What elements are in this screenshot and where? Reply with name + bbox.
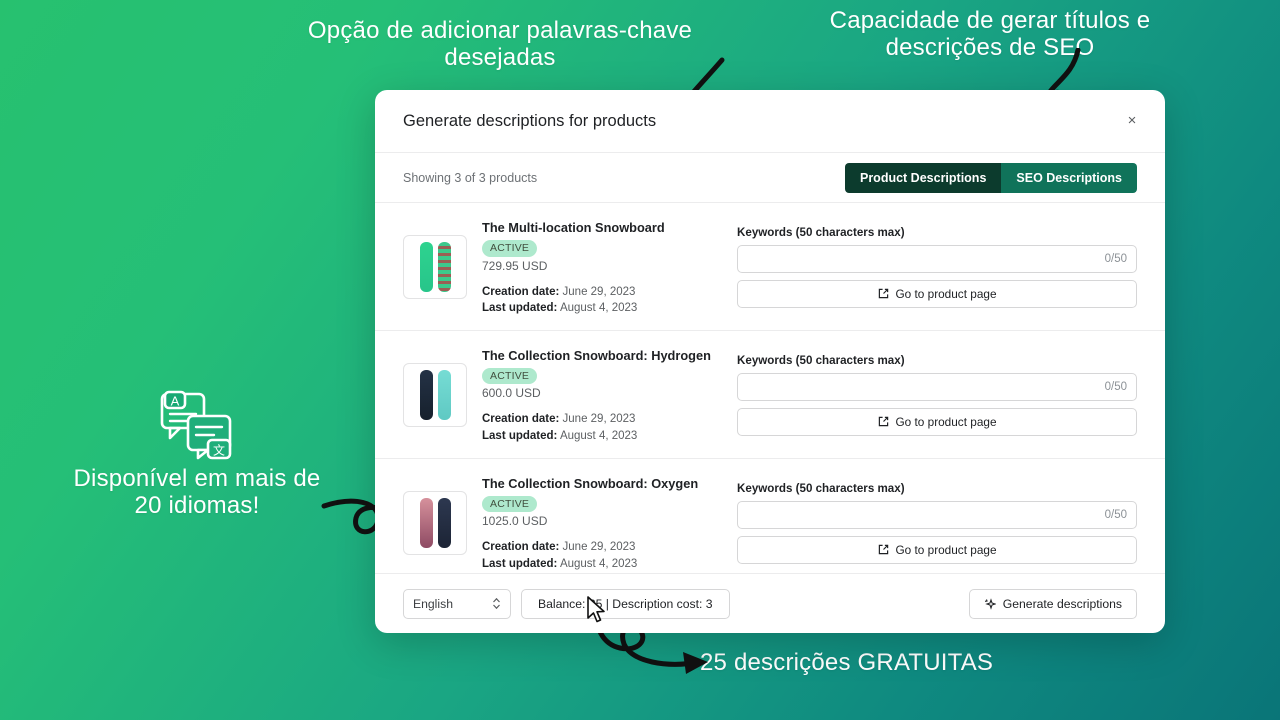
balance-button[interactable]: Balance: 25 | Description cost: 3 — [521, 588, 730, 619]
product-name: The Collection Snowboard: Hydrogen — [482, 347, 711, 363]
sparkle-icon — [984, 597, 996, 610]
creation-date-label: Creation date: — [482, 285, 560, 298]
modal-subheader: Showing 3 of 3 products Product Descript… — [375, 152, 1165, 202]
last-updated-label: Last updated: — [482, 302, 558, 315]
creation-date-value: June 29, 2023 — [562, 413, 636, 426]
keywords-input[interactable]: 0/50 — [737, 500, 1137, 529]
snowboard-image — [437, 497, 451, 548]
keywords-section: Keywords (50 characters max) 0/50 Go to … — [717, 217, 1137, 317]
creation-date-label: Creation date: — [482, 541, 560, 554]
go-to-product-page-button[interactable]: Go to product page — [737, 279, 1137, 308]
product-price: 729.95 USD — [482, 258, 548, 273]
product-info: The Collection Snowboard: Hydrogen ACTIV… — [467, 345, 717, 445]
external-link-icon — [878, 417, 888, 427]
product-price: 600.0 USD — [482, 386, 541, 401]
status-badge: ACTIVE — [482, 240, 538, 257]
translate-icon: A 文 — [160, 390, 232, 460]
language-select[interactable]: English — [403, 588, 511, 619]
product-dates: Creation date: June 29, 2023 Last update… — [482, 411, 717, 444]
product-info: The Multi-location Snowboard ACTIVE 729.… — [467, 217, 717, 317]
generate-descriptions-button[interactable]: Generate descriptions — [968, 588, 1137, 619]
promo-languages-text: Disponível em mais de 20 idiomas! — [73, 465, 321, 519]
chevron-updown-icon — [493, 597, 500, 610]
product-thumbnail-wrap — [403, 473, 467, 573]
product-dates: Creation date: June 29, 2023 Last update… — [482, 539, 717, 572]
promo-keywords-text: Opção de adicionar palavras-chave deseja… — [307, 17, 693, 71]
modal-header: Generate descriptions for products × — [375, 90, 1165, 152]
keywords-section: Keywords (50 characters max) 0/50 Go to … — [717, 345, 1137, 445]
promo-free-descriptions-text: 25 descrições GRATUITAS — [700, 649, 994, 676]
product-thumbnail[interactable] — [403, 362, 467, 427]
product-thumbnail-wrap — [403, 345, 467, 445]
creation-date-value: June 29, 2023 — [562, 285, 636, 298]
product-price: 1025.0 USD — [482, 514, 548, 529]
tab-seo-descriptions[interactable]: SEO Descriptions — [1001, 162, 1137, 193]
promo-seo-text: Capacidade de gerar títulos e descrições… — [829, 7, 1151, 61]
go-to-product-page-label: Go to product page — [895, 286, 997, 301]
product-info: The Collection Snowboard: Oxygen ACTIVE … — [467, 473, 717, 573]
keywords-input[interactable]: 0/50 — [737, 244, 1137, 273]
keywords-label: Keywords (50 characters max) — [737, 225, 905, 239]
generate-descriptions-modal: Generate descriptions for products × Sho… — [375, 90, 1165, 633]
snowboard-image — [419, 497, 433, 548]
table-row: The Multi-location Snowboard ACTIVE 729.… — [375, 202, 1165, 330]
product-name: The Multi-location Snowboard — [482, 220, 665, 235]
product-thumbnail[interactable] — [403, 490, 467, 555]
modal-title: Generate descriptions for products — [403, 111, 657, 130]
modal-footer: English Balance: 25 | Description cost: … — [375, 573, 1165, 633]
generate-descriptions-label: Generate descriptions — [1002, 596, 1122, 611]
description-type-tabs: Product Descriptions SEO Descriptions — [844, 162, 1137, 193]
language-select-value: English — [413, 596, 453, 611]
last-updated-value: August 4, 2023 — [559, 430, 638, 443]
product-list: The Multi-location Snowboard ACTIVE 729.… — [375, 202, 1165, 573]
product-name: The Collection Snowboard: Oxygen — [482, 475, 699, 491]
svg-text:文: 文 — [213, 443, 225, 458]
close-icon[interactable]: × — [1121, 110, 1143, 132]
last-updated-value: August 4, 2023 — [559, 557, 638, 570]
keywords-counter: 0/50 — [1104, 252, 1127, 265]
snowboard-image — [437, 369, 451, 420]
go-to-product-page-label: Go to product page — [895, 414, 997, 429]
keywords-input[interactable]: 0/50 — [737, 372, 1137, 401]
creation-date-value: June 29, 2023 — [562, 541, 636, 554]
creation-date-label: Creation date: — [482, 413, 560, 426]
last-updated-label: Last updated: — [482, 430, 558, 443]
tab-product-descriptions[interactable]: Product Descriptions — [844, 162, 1002, 193]
snowboard-image — [419, 369, 433, 420]
keywords-label: Keywords (50 characters max) — [737, 481, 905, 495]
go-to-product-page-button[interactable]: Go to product page — [737, 407, 1137, 436]
mouse-cursor-icon — [587, 596, 605, 623]
status-badge: ACTIVE — [482, 367, 538, 385]
table-row: The Collection Snowboard: Hydrogen ACTIV… — [375, 329, 1165, 458]
keywords-section: Keywords (50 characters max) 0/50 Go to … — [717, 473, 1137, 573]
product-thumbnail-wrap — [403, 217, 467, 317]
keywords-counter: 0/50 — [1104, 508, 1127, 521]
product-thumbnail[interactable] — [403, 234, 467, 299]
product-dates: Creation date: June 29, 2023 Last update… — [482, 284, 717, 317]
keywords-label: Keywords (50 characters max) — [737, 353, 905, 367]
last-updated-label: Last updated: — [482, 557, 558, 570]
table-row: The Collection Snowboard: Oxygen ACTIVE … — [375, 457, 1165, 573]
external-link-icon — [878, 544, 888, 555]
external-link-icon — [878, 289, 888, 299]
go-to-product-page-label: Go to product page — [895, 542, 997, 557]
svg-text:A: A — [171, 394, 180, 409]
showing-count-text: Showing 3 of 3 products — [403, 170, 538, 185]
snowboard-image — [419, 241, 433, 292]
last-updated-value: August 4, 2023 — [559, 302, 638, 315]
snowboard-image — [437, 241, 451, 292]
go-to-product-page-button[interactable]: Go to product page — [737, 535, 1137, 564]
status-badge: ACTIVE — [482, 495, 538, 513]
keywords-counter: 0/50 — [1104, 380, 1127, 393]
